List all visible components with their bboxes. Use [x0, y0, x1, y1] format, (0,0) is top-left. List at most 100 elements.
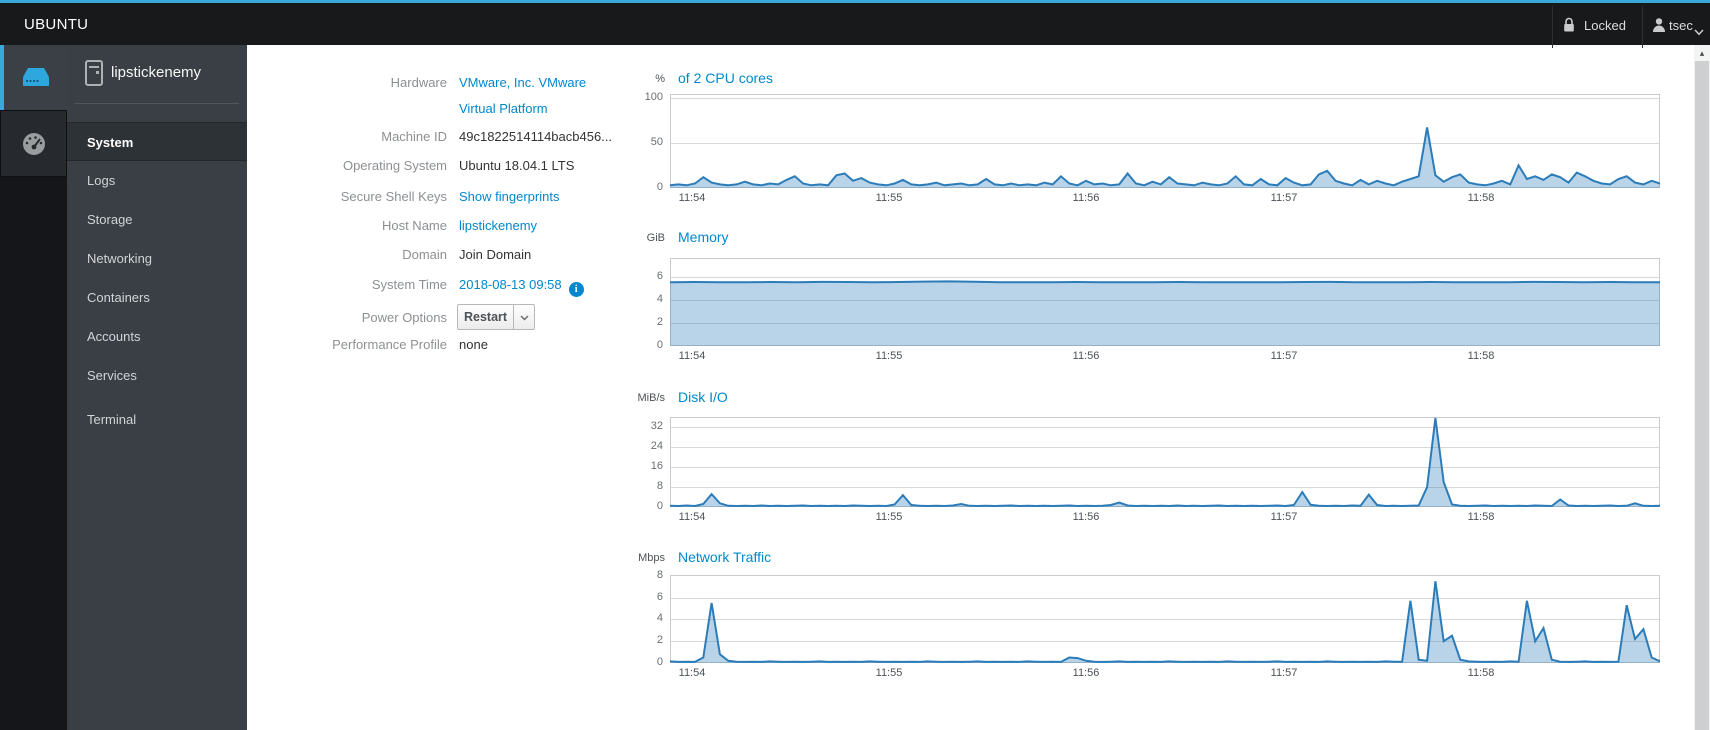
user-icon: [1652, 17, 1666, 38]
disk-io-x-tick: 11:56: [1072, 511, 1100, 523]
disk-io-series: [670, 417, 1660, 507]
lock-icon: [1562, 17, 1576, 38]
system-time-label: System Time: [371, 277, 447, 292]
memory-x-tick: 11:58: [1467, 350, 1495, 362]
cpu-y-tick: 100: [644, 91, 663, 103]
os-value: Ubuntu 18.04.1 LTS: [459, 158, 575, 173]
network-y-tick: 4: [656, 612, 663, 624]
sidebar-item-host-icon[interactable]: [0, 45, 67, 110]
memory-x-tick: 11:56: [1072, 350, 1100, 362]
network-x-tick: 11:56: [1072, 667, 1100, 679]
cpu-series: [670, 127, 1660, 188]
disk-io-y-tick: 24: [650, 440, 663, 452]
locked-indicator[interactable]: Locked: [1584, 18, 1626, 33]
network-x-tick: 11:55: [875, 667, 903, 679]
restart-dropdown-button[interactable]: [513, 304, 535, 330]
sidebar-item-networking[interactable]: Networking: [67, 239, 247, 278]
dashboard-gauge-icon: [1, 111, 66, 176]
network-y-tick: 0: [656, 656, 663, 668]
sidebar-item-dashboard-icon[interactable]: [0, 110, 67, 177]
join-domain-link[interactable]: Join Domain: [459, 247, 531, 262]
cpu-x-tick: 11:56: [1072, 192, 1100, 204]
hardware-link-line2[interactable]: Virtual Platform: [459, 101, 548, 116]
sidebar-hostname: lipstickenemy: [111, 64, 202, 81]
memory-y-tick: 6: [656, 270, 663, 282]
sidebar-item-accounts[interactable]: Accounts: [67, 317, 247, 356]
show-fingerprints-link[interactable]: Show fingerprints: [459, 189, 559, 204]
system-time-value: 2018-08-13 09:58: [459, 277, 562, 292]
sidebar-item-terminal[interactable]: Terminal: [67, 400, 247, 439]
memory-x-tick: 11:54: [678, 350, 706, 362]
network-y-tick: 6: [656, 591, 663, 603]
cpu-y-tick: 0: [656, 181, 663, 193]
memory-x-tick: 11:57: [1270, 350, 1298, 362]
navbar-divider: [1552, 6, 1553, 48]
scrollbar-up-button[interactable]: ▴: [1694, 45, 1710, 61]
brand-label: UBUNTU: [24, 16, 89, 33]
cockpit-page: UBUNTU Locked tsec lipstickenemy System …: [0, 0, 1710, 730]
network-series: [670, 581, 1660, 663]
memory-unit-label: GiB: [646, 232, 665, 244]
chevron-down-icon[interactable]: [1694, 23, 1704, 41]
cpu-x-tick: 11:57: [1270, 192, 1298, 204]
system-time-info-icon[interactable]: i: [568, 282, 584, 297]
memory-y-tick: 2: [656, 316, 663, 328]
scrollbar-thumb[interactable]: [1695, 61, 1709, 730]
disk-io-y-tick: 32: [650, 420, 663, 432]
network-y-tick: 2: [656, 634, 663, 646]
disk-io-y-tick: 16: [650, 460, 663, 472]
host-name-label: Host Name: [381, 218, 447, 233]
performance-profile-value: none: [459, 337, 488, 352]
user-menu[interactable]: tsec: [1669, 18, 1693, 33]
caret-down-icon: [520, 315, 529, 321]
sidebar-item-logs[interactable]: Logs: [67, 161, 247, 200]
disk-io-x-tick: 11:58: [1467, 511, 1495, 523]
host-header[interactable]: lipstickenemy: [67, 45, 247, 103]
disk-io-unit-label: MiB/s: [637, 392, 666, 404]
system-time-link[interactable]: 2018-08-13 09:58 i: [459, 277, 584, 297]
disk-io-y-tick: 0: [656, 500, 663, 512]
sidebar-item-containers[interactable]: Containers: [67, 278, 247, 317]
app-icon-strip: [0, 45, 67, 730]
network-x-tick: 11:54: [678, 667, 706, 679]
sidebar-item-storage[interactable]: Storage: [67, 200, 247, 239]
cpu-x-tick: 11:58: [1467, 192, 1495, 204]
disk-io-x-tick: 11:54: [678, 511, 706, 523]
cpu-chart-title-link[interactable]: of 2 CPU cores: [678, 70, 773, 86]
memory-x-tick: 11:55: [875, 350, 903, 362]
disk-io-y-tick: 8: [656, 480, 663, 492]
network-unit-label: Mbps: [638, 552, 665, 564]
cpu-x-tick: 11:54: [678, 192, 706, 204]
sidebar: lipstickenemy System Logs Storage Networ…: [67, 45, 247, 730]
sidebar-item-services[interactable]: Services: [67, 356, 247, 395]
cpu-y-tick: 50: [650, 136, 663, 148]
os-label: Operating System: [342, 158, 447, 173]
memory-y-tick: 0: [656, 339, 663, 351]
top-navbar: UBUNTU Locked tsec: [0, 0, 1710, 48]
disk-io-x-tick: 11:55: [875, 511, 903, 523]
ssh-keys-label: Secure Shell Keys: [340, 189, 447, 204]
host-machine-icon: [84, 59, 104, 92]
host-name-link[interactable]: lipstickenemy: [459, 218, 537, 233]
domain-label: Domain: [402, 247, 447, 262]
machine-id-label: Machine ID: [381, 129, 447, 144]
cpu-x-tick: 11:55: [875, 192, 903, 204]
cpu-unit-label: %: [655, 73, 665, 85]
network-x-tick: 11:58: [1467, 667, 1495, 679]
server-icon: [4, 45, 67, 110]
memory-chart-title-link[interactable]: Memory: [678, 229, 729, 245]
sidebar-item-system[interactable]: System: [67, 122, 247, 161]
sidebar-divider: [75, 103, 239, 104]
memory-y-tick: 4: [656, 293, 663, 305]
memory-series: [670, 280, 1660, 346]
power-options-label: Power Options: [361, 310, 447, 325]
disk-io-x-tick: 11:57: [1270, 511, 1298, 523]
hardware-label: Hardware: [390, 75, 447, 90]
network-chart-title-link[interactable]: Network Traffic: [678, 549, 771, 565]
performance-profile-label: Performance Profile: [332, 337, 447, 352]
network-y-tick: 8: [656, 569, 663, 581]
restart-button[interactable]: Restart: [457, 304, 514, 330]
disk-io-chart-title-link[interactable]: Disk I/O: [678, 389, 728, 405]
navbar-divider: [1642, 6, 1643, 48]
machine-id-value: 49c1822514114bacb456...: [459, 129, 613, 144]
